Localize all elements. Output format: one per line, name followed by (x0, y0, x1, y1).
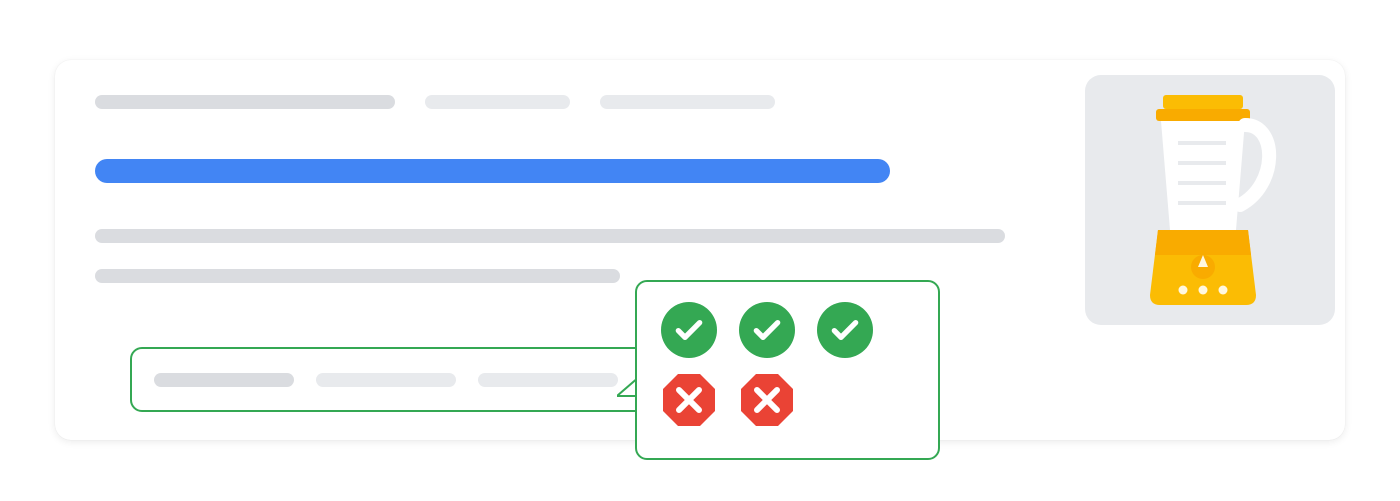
chip-placeholder (154, 373, 294, 387)
breadcrumb-segment (600, 95, 775, 109)
result-title-placeholder[interactable] (95, 159, 890, 183)
description-line (95, 229, 1005, 243)
x-octagon-icon (661, 372, 717, 428)
pros-row (661, 302, 914, 358)
breadcrumb-segment (425, 95, 570, 109)
check-icon (817, 302, 873, 358)
blender-icon (1128, 95, 1293, 305)
description-line (95, 269, 620, 283)
breadcrumb-segment (95, 95, 395, 109)
pros-cons-callout (635, 280, 940, 460)
pros-cons-chip-row (130, 347, 670, 412)
check-icon (739, 302, 795, 358)
chip-placeholder (478, 373, 618, 387)
check-icon (661, 302, 717, 358)
product-thumbnail (1085, 75, 1335, 325)
chip-placeholder (316, 373, 456, 387)
x-octagon-icon (739, 372, 795, 428)
cons-row (661, 372, 914, 428)
